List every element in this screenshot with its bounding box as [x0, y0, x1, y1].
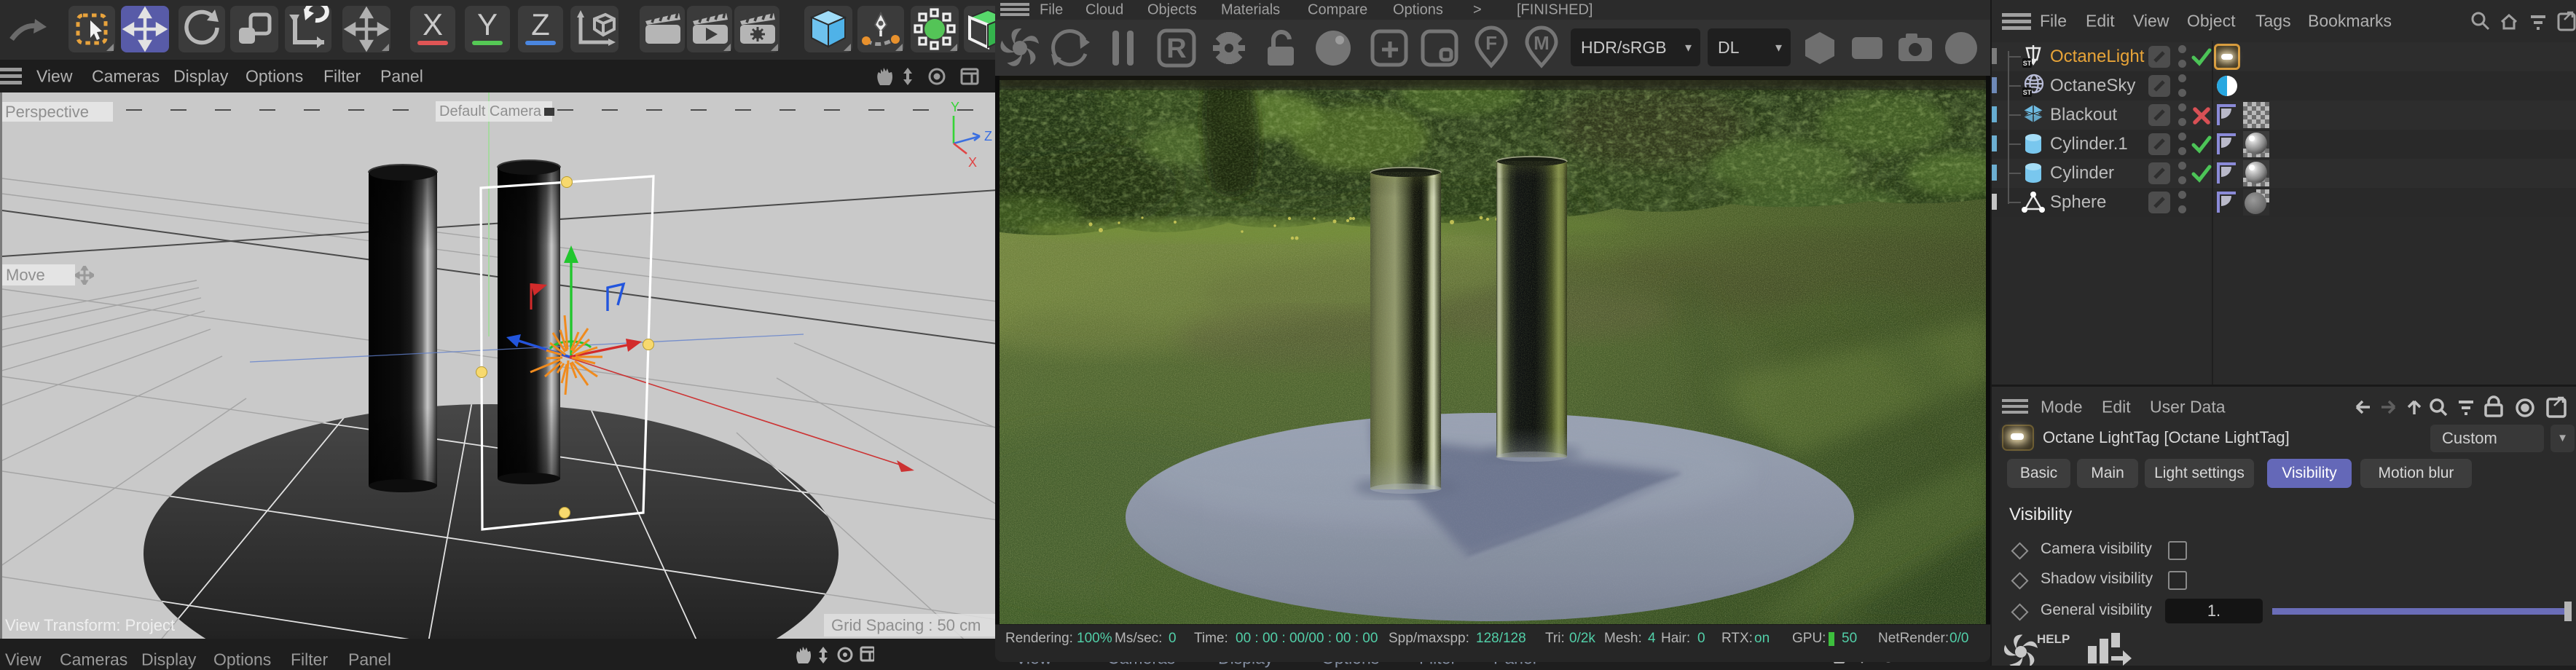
- svg-text:R: R: [1166, 34, 1186, 64]
- svg-text:HELP: HELP: [2037, 633, 2070, 646]
- svg-text:ST: ST: [2023, 89, 2032, 96]
- svg-text:X: X: [968, 155, 977, 170]
- svg-text:F: F: [1485, 32, 1497, 54]
- svg-text:ST: ST: [2023, 60, 2032, 67]
- svg-text:M: M: [1534, 32, 1550, 54]
- svg-text:Z: Z: [984, 129, 992, 143]
- svg-text:Y: Y: [951, 101, 959, 114]
